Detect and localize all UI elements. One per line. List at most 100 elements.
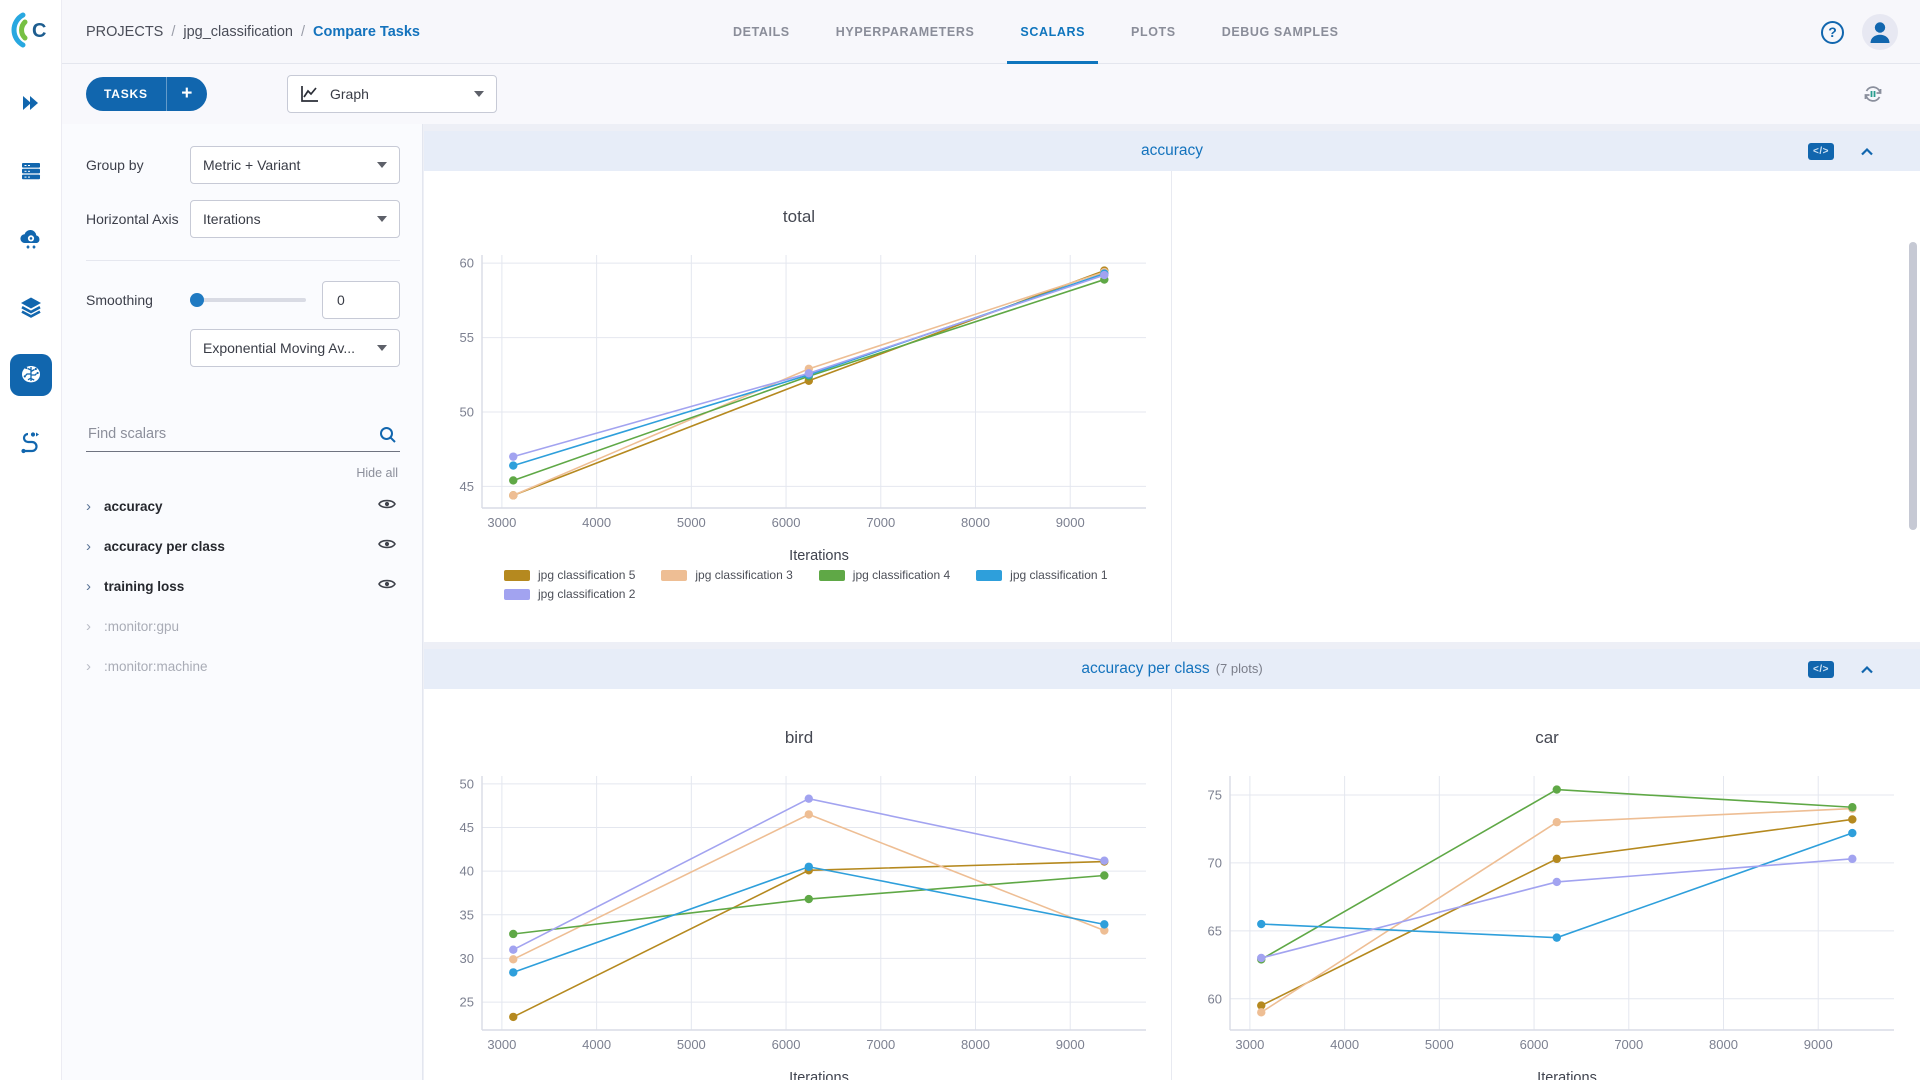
svg-text:45: 45	[460, 479, 474, 494]
tab-hyperparameters[interactable]: HYPERPARAMETERS	[813, 0, 998, 64]
search-icon[interactable]	[378, 425, 398, 450]
slider-thumb[interactable]	[190, 293, 204, 307]
metric-row--monitor-machine[interactable]: ›:monitor:machine	[86, 646, 400, 686]
svg-text:Iterations: Iterations	[789, 548, 849, 563]
legend-item-jpg-classification-5[interactable]: jpg classification 5	[504, 568, 635, 582]
chart-plot-car[interactable]: 60 65 70 75 3000 4000 5000 6000 7000 8000 9000 car I…	[1172, 689, 1920, 1080]
collapse-section-icon[interactable]	[1860, 147, 1874, 156]
section-header[interactable]: accuracy </>	[424, 131, 1920, 171]
chevron-right-icon[interactable]: ›	[86, 658, 104, 675]
section-header[interactable]: accuracy per class (7 plots) </>	[424, 649, 1920, 689]
smoothing-algorithm-value: Exponential Moving Av...	[203, 340, 356, 356]
svg-text:4000: 4000	[582, 515, 611, 530]
expand-sidebar-icon[interactable]	[10, 82, 52, 124]
empty-plot-cell	[1172, 171, 1920, 642]
section-title: accuracy	[1140, 142, 1204, 159]
scalars-controls-panel: Group by Metric + Variant Horizontal Axi…	[62, 124, 423, 1080]
svg-text:bird: bird	[785, 728, 813, 747]
smoothing-slider[interactable]	[190, 293, 306, 307]
cloud-autoscaler-icon[interactable]	[10, 218, 52, 260]
embed-code-icon[interactable]: </>	[1808, 142, 1834, 160]
metric-section-accuracy: accuracy </> 45 50 55 60 3000 4000 5000 6000 700…	[424, 131, 1920, 642]
tasks-button-label[interactable]: TASKS	[86, 87, 166, 101]
group-by-select[interactable]: Metric + Variant	[190, 146, 400, 184]
vertical-scrollbar[interactable]	[1909, 242, 1917, 530]
view-mode-value: Graph	[330, 86, 369, 102]
horizontal-axis-select[interactable]: Iterations	[190, 200, 400, 238]
svg-text:6000: 6000	[772, 515, 801, 530]
svg-text:Iterations: Iterations	[789, 1070, 849, 1080]
auto-refresh-icon[interactable]	[1860, 81, 1886, 107]
chevron-down-icon	[377, 216, 387, 222]
tab-scalars[interactable]: SCALARS	[997, 0, 1108, 64]
legend-label: jpg classification 1	[1010, 568, 1108, 582]
hide-all-link[interactable]: Hide all	[86, 466, 400, 480]
chevron-down-icon	[377, 345, 387, 351]
smoothing-label: Smoothing	[86, 292, 153, 308]
svg-text:6000: 6000	[772, 1037, 801, 1052]
chart-plot-total[interactable]: 45 50 55 60 3000 4000 5000 6000 7000 8000 9000 tota…	[424, 171, 1172, 642]
tab-plots[interactable]: PLOTS	[1108, 0, 1199, 64]
svg-text:3000: 3000	[487, 515, 516, 530]
svg-text:50: 50	[460, 776, 474, 791]
svg-text:50: 50	[460, 405, 474, 420]
help-icon[interactable]: ?	[1821, 20, 1844, 44]
chevron-down-icon	[474, 91, 484, 97]
svg-text:8000: 8000	[961, 1037, 990, 1052]
svg-text:70: 70	[1208, 855, 1222, 870]
tab-details[interactable]: DETAILS	[710, 0, 813, 64]
svg-text:7000: 7000	[1614, 1037, 1643, 1052]
chevron-right-icon[interactable]: ›	[86, 578, 104, 595]
legend-item-jpg-classification-1[interactable]: jpg classification 1	[976, 568, 1108, 582]
metric-row--monitor-gpu[interactable]: ›:monitor:gpu	[86, 606, 400, 646]
svg-text:60: 60	[460, 256, 474, 271]
svg-text:65: 65	[1208, 923, 1222, 938]
workers-queues-icon[interactable]	[10, 150, 52, 192]
projects-brain-icon[interactable]	[9, 354, 52, 396]
metric-row-training-loss[interactable]: › training loss	[86, 566, 400, 606]
user-avatar[interactable]	[1862, 14, 1898, 50]
line-chart-total: 45 50 55 60 3000 4000 5000 6000 7000 8000 9000 tota…	[460, 207, 1146, 564]
embed-code-icon[interactable]: </>	[1808, 660, 1834, 678]
add-task-button[interactable]: +	[167, 77, 207, 111]
legend-label: jpg classification 3	[695, 568, 793, 582]
eye-visibility-icon[interactable]	[378, 577, 400, 595]
tasks-split-button[interactable]: TASKS +	[86, 77, 207, 111]
plot-count-badge: (7 plots)	[1215, 661, 1263, 676]
clearml-logo-icon[interactable]: C	[9, 8, 53, 52]
chart-plot-bird[interactable]: 25 30 35 40 45 50 3000 4000 5000 6000 7000 8000 9000…	[424, 689, 1172, 1080]
eye-visibility-icon[interactable]	[378, 537, 400, 555]
chevron-right-icon[interactable]: ›	[86, 538, 104, 555]
smoothing-value-input[interactable]	[322, 281, 400, 319]
chevron-right-icon[interactable]: ›	[86, 498, 104, 515]
metric-row-accuracy-per-class[interactable]: › accuracy per class	[86, 526, 400, 566]
chevron-down-icon	[377, 162, 387, 168]
top-bar: PROJECTS / jpg_classification / Compare …	[62, 0, 1920, 64]
legend-item-jpg-classification-2[interactable]: jpg classification 2	[504, 587, 635, 601]
svg-text:60: 60	[1208, 991, 1222, 1006]
breadcrumb-project-name[interactable]: jpg_classification	[183, 24, 293, 40]
legend-item-jpg-classification-3[interactable]: jpg classification 3	[661, 568, 793, 582]
eye-visibility-icon[interactable]	[378, 497, 400, 515]
smoothing-algorithm-select[interactable]: Exponential Moving Av...	[190, 329, 400, 367]
legend-label: jpg classification 4	[852, 568, 951, 582]
legend-label: jpg classification 5	[538, 568, 636, 582]
tab-debug-samples[interactable]: DEBUG SAMPLES	[1199, 0, 1362, 64]
collapse-section-icon[interactable]	[1860, 665, 1874, 674]
breadcrumb-projects[interactable]: PROJECTS	[86, 24, 163, 40]
chevron-right-icon[interactable]: ›	[86, 618, 104, 635]
charts-area: accuracy </> 45 50 55 60 3000 4000 5000 6000 700…	[424, 124, 1920, 1080]
pipelines-icon[interactable]	[10, 422, 52, 464]
svg-text:6000: 6000	[1520, 1037, 1549, 1052]
metric-row-accuracy[interactable]: › accuracy	[86, 486, 400, 526]
section-title: accuracy per class (7 plots)	[1081, 660, 1263, 677]
svg-text:7000: 7000	[866, 1037, 895, 1052]
datasets-layers-icon[interactable]	[10, 286, 52, 328]
group-by-value: Metric + Variant	[203, 157, 301, 173]
view-mode-select[interactable]: Graph	[287, 75, 497, 113]
legend-item-jpg-classification-4[interactable]: jpg classification 4	[818, 568, 951, 582]
find-scalars-input[interactable]	[86, 425, 356, 443]
svg-text:3000: 3000	[487, 1037, 516, 1052]
svg-text:total: total	[783, 207, 815, 226]
svg-text:5000: 5000	[677, 515, 706, 530]
